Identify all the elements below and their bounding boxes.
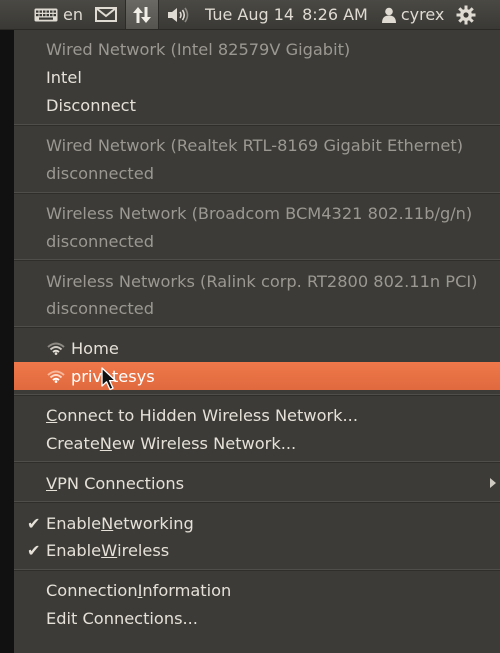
wired2-header: Wired Network (Realtek RTL-8169 Gigabit … <box>46 135 464 155</box>
wifi-network-name: Home <box>71 338 119 358</box>
mouse-pointer-icon <box>101 367 117 391</box>
menu-label-prefix: Connection <box>46 580 138 600</box>
clock-indicator[interactable]: Tue Aug 14 8:26 AM <box>205 0 368 29</box>
session-indicator[interactable] <box>456 0 476 29</box>
keyboard-layout-label: en <box>63 5 83 24</box>
menu-label-rest: ew Wireless Network... <box>111 433 297 453</box>
enable-networking-item[interactable]: ✔ Enable Networking <box>14 509 500 537</box>
connect-hidden-network-item[interactable]: Connect to Hidden Wireless Network... <box>14 401 500 429</box>
wired2-status: disconnected <box>46 163 154 183</box>
menu-label-rest: ireless <box>117 540 170 560</box>
wifi-signal-icon <box>47 342 65 355</box>
mnemonic-key: W <box>101 540 118 560</box>
envelope-icon <box>94 7 117 22</box>
checkmark-icon: ✔ <box>27 514 41 533</box>
wireless2-header: Wireless Networks (Ralink corp. RT2800 8… <box>46 271 478 291</box>
separator <box>14 259 500 261</box>
mnemonic-key: C <box>46 405 58 425</box>
edit-connections-item[interactable]: Edit Connections... <box>14 604 500 632</box>
menu-label-rest: onnect to Hidden Wireless Network... <box>57 405 358 425</box>
create-new-network-item[interactable]: Create New Wireless Network... <box>14 429 500 457</box>
enable-wireless-item[interactable]: ✔ Enable Wireless <box>14 536 500 564</box>
mnemonic-key: V <box>46 473 58 493</box>
screen: en Tue Aug 14 8:26 AM cyrex Wired Networ… <box>0 0 500 653</box>
wifi-signal-icon <box>47 370 65 383</box>
network-arrows-icon <box>132 6 151 23</box>
date-label: Tue Aug 14 <box>204 5 295 24</box>
separator <box>14 326 500 328</box>
wifi-network-item[interactable]: Home <box>14 334 500 362</box>
network-menu: Wired Network (Intel 82579V Gigabit) Int… <box>14 30 500 653</box>
user-name: cyrex <box>400 5 445 24</box>
user-indicator[interactable]: cyrex <box>381 0 445 29</box>
wired1-disconnect-item[interactable]: Disconnect <box>14 91 500 119</box>
messaging-indicator[interactable] <box>94 0 117 29</box>
speaker-icon <box>167 7 189 22</box>
time-label: 8:26 AM <box>302 5 368 24</box>
wired1-connection-intel[interactable]: Intel <box>14 63 500 91</box>
menu-label-rest: PN Connections <box>57 473 185 493</box>
wifi-network-item-selected[interactable]: privatesys <box>14 362 500 390</box>
separator <box>14 192 500 194</box>
menu-label-prefix: Enable <box>46 513 102 533</box>
separator <box>14 394 500 396</box>
mnemonic-key: N <box>101 513 114 533</box>
separator <box>14 569 500 571</box>
separator <box>14 501 500 503</box>
wired1-header: Wired Network (Intel 82579V Gigabit) <box>46 39 351 59</box>
menu-label-prefix: Create <box>46 433 100 453</box>
menu-label-prefix: Enable <box>46 540 102 560</box>
top-panel: en Tue Aug 14 8:26 AM cyrex <box>0 0 500 30</box>
user-icon <box>381 7 396 23</box>
menu-label-rest: nformation <box>142 580 232 600</box>
wireless1-status: disconnected <box>46 231 154 251</box>
keyboard-indicator[interactable]: en <box>0 0 83 29</box>
connection-information-item[interactable]: Connection Information <box>14 576 500 604</box>
sound-indicator[interactable] <box>167 0 189 29</box>
checkmark-icon: ✔ <box>27 541 41 560</box>
desktop-background <box>0 30 14 653</box>
network-indicator[interactable] <box>124 0 159 29</box>
keyboard-icon <box>34 8 58 21</box>
vpn-connections-item[interactable]: V PN Connections <box>14 469 500 497</box>
separator <box>14 461 500 463</box>
separator <box>14 124 500 126</box>
wireless1-header: Wireless Network (Broadcom BCM4321 802.1… <box>46 203 473 223</box>
mnemonic-key: N <box>99 433 112 453</box>
wireless2-status: disconnected <box>46 298 154 318</box>
submenu-arrow-icon <box>490 478 496 488</box>
menu-label-rest: etworking <box>113 513 194 533</box>
gear-icon <box>456 5 476 24</box>
